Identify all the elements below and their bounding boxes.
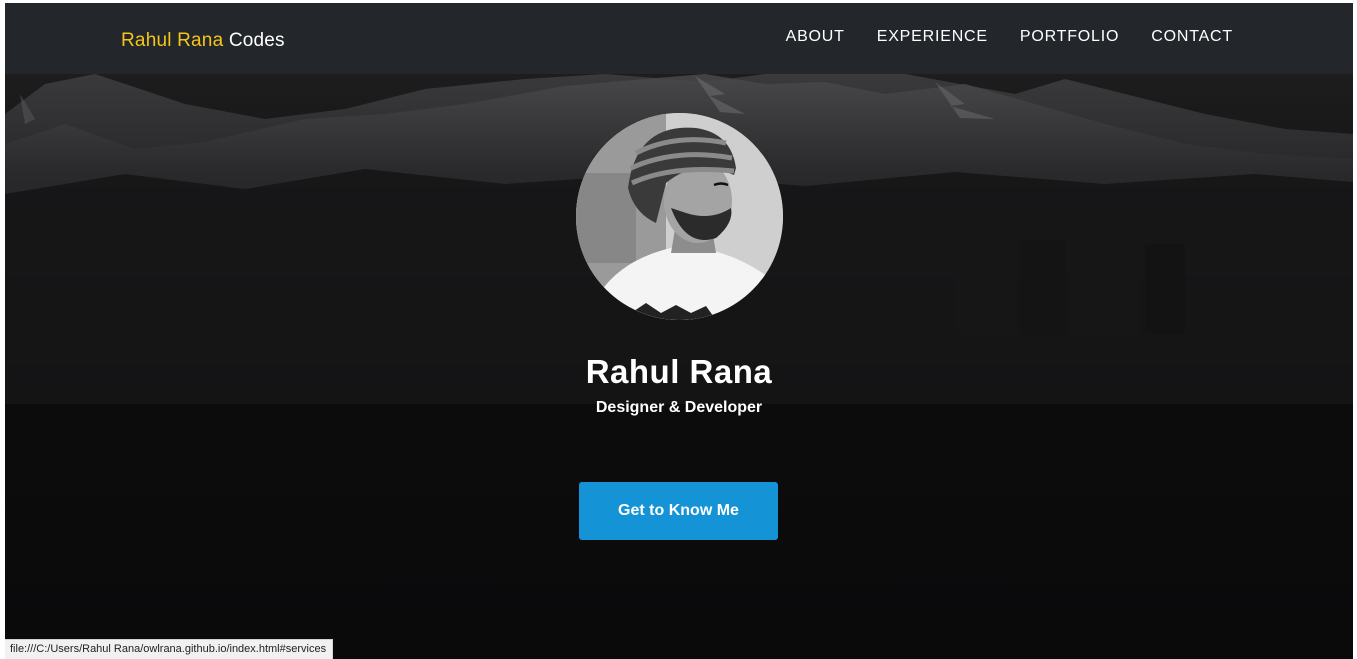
brand-logo[interactable]: Rahul Rana Codes [121,30,285,52]
nav-link-about[interactable]: ABOUT [786,28,845,46]
brand-second-name: Codes [228,30,285,51]
hero-name: Rahul Rana [585,353,773,390]
brand-first-name: Rahul Rana [121,30,224,51]
nav-link-contact[interactable]: CONTACT [1151,28,1233,46]
status-bar-url: file:///C:/Users/Rahul Rana/owlrana.gith… [5,639,334,659]
person-photo-icon [576,113,783,320]
hero-role: Designer & Developer [595,399,763,416]
get-to-know-me-button[interactable]: Get to Know Me [579,482,778,540]
nav-link-portfolio[interactable]: PORTFOLIO [1020,28,1119,46]
nav-links: ABOUT EXPERIENCE PORTFOLIO CONTACT [786,28,1233,46]
browser-viewport: Rahul Rana Codes ABOUT EXPERIENCE PORTFO… [5,3,1353,659]
nav-link-experience[interactable]: EXPERIENCE [877,28,988,46]
navbar: Rahul Rana Codes ABOUT EXPERIENCE PORTFO… [5,3,1353,74]
profile-avatar [576,113,783,320]
